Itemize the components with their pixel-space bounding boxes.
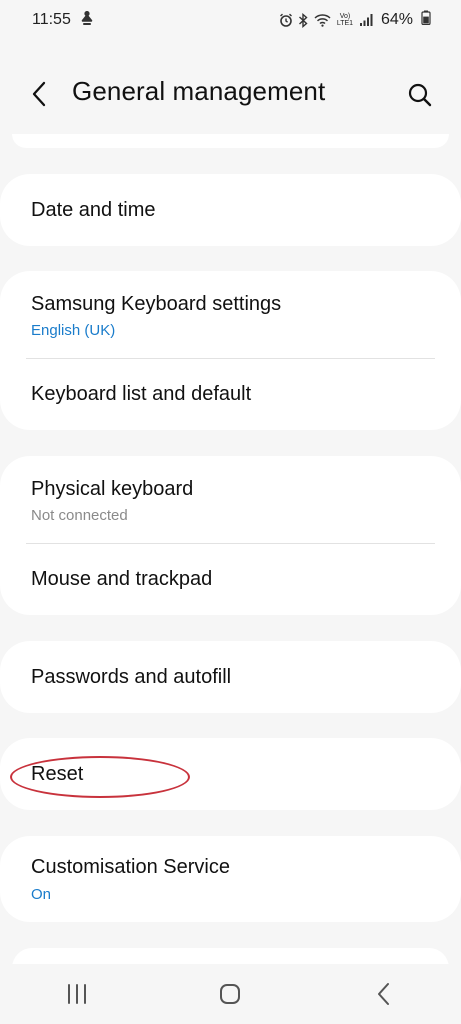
search-button[interactable] [402, 77, 438, 113]
list-item-keyboard-list-and-default[interactable]: Keyboard list and default [0, 359, 461, 430]
recents-button[interactable] [47, 964, 107, 1024]
wifi-icon [314, 13, 331, 27]
nav-back-button[interactable] [354, 964, 414, 1024]
highlight-annotation [10, 756, 190, 798]
status-time: 11:55 [32, 11, 71, 28]
recents-icon [67, 984, 86, 1004]
search-icon [408, 83, 432, 107]
item-title: Mouse and trackpad [31, 568, 213, 590]
notification-icon [79, 10, 95, 31]
page-title: General management [72, 76, 326, 106]
status-icons: Vo) LTE1 [279, 12, 373, 28]
list-item-passwords-and-autofill[interactable]: Passwords and autofill [0, 641, 461, 713]
bluetooth-icon [298, 12, 309, 28]
item-subtitle: On [31, 886, 52, 903]
item-title: Keyboard list and default [31, 383, 252, 405]
home-button[interactable] [200, 964, 260, 1024]
card-date-time: Date and time [0, 174, 461, 246]
card-partial-top [12, 134, 449, 148]
item-subtitle: English (UK) [31, 322, 116, 339]
item-title: Customisation Service [31, 856, 230, 878]
chevron-left-icon [32, 81, 46, 107]
card-keyboard: Samsung Keyboard settings English (UK) K… [0, 271, 461, 430]
card-customisation: Customisation Service On [0, 836, 461, 922]
battery-icon [421, 10, 431, 30]
volte-label: Vo) LTE1 [336, 13, 354, 27]
status-right: Vo) LTE1 64% [279, 10, 431, 30]
status-left: 11:55 [32, 10, 95, 31]
status-bar: 11:55 Vo) LTE1 64% [0, 0, 461, 40]
item-title: Samsung Keyboard settings [31, 293, 282, 315]
app-header: General management [0, 60, 461, 126]
home-icon [220, 984, 241, 1004]
item-title: Date and time [31, 199, 156, 221]
list-item-samsung-keyboard-settings[interactable]: Samsung Keyboard settings English (UK) [0, 271, 461, 359]
item-title: Passwords and autofill [31, 666, 232, 688]
navigation-bar [0, 964, 461, 1024]
back-button[interactable] [24, 78, 56, 110]
list-item-customisation-service[interactable]: Customisation Service On [0, 836, 461, 922]
card-input-devices: Physical keyboard Not connected Mouse an… [0, 456, 461, 615]
back-icon [378, 983, 390, 1005]
alarm-icon [279, 13, 293, 27]
card-passwords: Passwords and autofill [0, 641, 461, 713]
list-item-mouse-and-trackpad[interactable]: Mouse and trackpad [0, 544, 461, 615]
list-item-physical-keyboard[interactable]: Physical keyboard Not connected [0, 456, 461, 544]
signal-icon [359, 13, 373, 27]
list-item-date-and-time[interactable]: Date and time [0, 174, 461, 246]
battery-percent: 64% [380, 11, 413, 28]
item-title: Physical keyboard [31, 478, 194, 500]
item-subtitle: Not connected [31, 507, 128, 524]
